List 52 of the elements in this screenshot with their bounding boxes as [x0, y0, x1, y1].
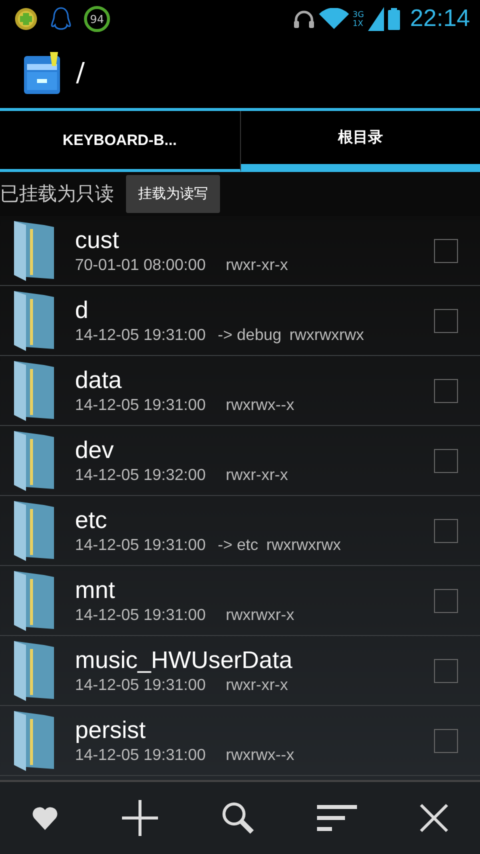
checkbox[interactable] [434, 658, 458, 682]
plus-icon[interactable] [121, 799, 159, 837]
checkbox[interactable] [434, 588, 458, 612]
file-date: 14-12-05 19:31:00 [75, 676, 206, 694]
close-icon[interactable] [419, 803, 449, 833]
heart-icon[interactable] [31, 804, 59, 832]
signal-icon [368, 7, 384, 31]
file-permissions: rwxrwx--x [226, 396, 294, 414]
checkbox[interactable] [434, 518, 458, 542]
file-name[interactable]: cust [75, 226, 434, 254]
current-path: / [76, 58, 85, 88]
file-name[interactable]: persist [75, 716, 434, 744]
checkbox[interactable] [434, 378, 458, 402]
file-permissions: rwxr-xr-x [226, 466, 288, 484]
file-name[interactable]: music_HWUserData [75, 646, 434, 674]
file-permissions: rwxr-xr-x [226, 256, 288, 274]
file-permissions: rwxrwxrwx [289, 326, 364, 344]
file-date: 14-12-05 19:31:00 [75, 606, 206, 624]
file-name[interactable]: data [75, 366, 434, 394]
tab[interactable]: KEYBOARD-B... [0, 111, 240, 172]
file-date: 14-12-05 19:31:00 [75, 326, 206, 344]
file-date: 14-12-05 19:31:00 [75, 536, 206, 554]
checkbox[interactable] [434, 728, 458, 752]
clock: 22:14 [410, 5, 470, 33]
search-icon[interactable] [221, 801, 255, 835]
link-target: -> debug [218, 326, 282, 344]
network-type: 3G 1X [352, 10, 364, 28]
sort-icon[interactable] [317, 804, 357, 832]
penguin-icon [50, 6, 72, 32]
mount-status: 已挂载为只读 [0, 182, 114, 207]
checkbox[interactable] [434, 448, 458, 472]
file-permissions: rwxrwxr-x [226, 606, 294, 624]
file-name[interactable]: etc [75, 506, 434, 534]
file-name[interactable]: d [75, 296, 434, 324]
file-date: 14-12-05 19:31:00 [75, 396, 206, 414]
plus-badge-icon [14, 7, 38, 31]
file-permissions: rwxr-xr-x [226, 676, 288, 694]
battery-icon [388, 8, 400, 30]
file-name[interactable]: mnt [75, 576, 434, 604]
file-permissions: rwxrwxrwx [266, 536, 341, 554]
checkbox[interactable] [434, 238, 458, 262]
link-target: -> etc [218, 536, 258, 554]
file-date: 14-12-05 19:31:00 [75, 746, 206, 764]
wifi-icon [318, 8, 349, 30]
file-name[interactable]: dev [75, 436, 434, 464]
headphones-icon [292, 9, 315, 29]
mount-button[interactable]: 挂载为读写 [126, 175, 220, 213]
checkbox[interactable] [434, 308, 458, 332]
file-date: 70-01-01 08:00:00 [75, 256, 206, 274]
file-date: 14-12-05 19:32:00 [75, 466, 206, 484]
score-badge: 94 [84, 6, 110, 32]
file-permissions: rwxrwx--x [226, 746, 294, 764]
